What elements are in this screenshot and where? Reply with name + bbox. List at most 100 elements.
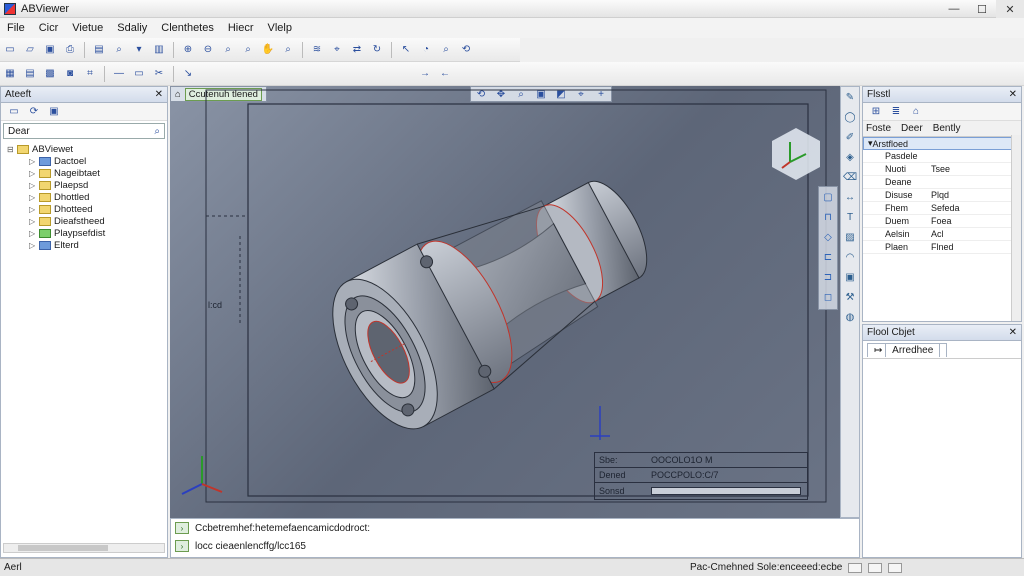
expand-icon[interactable]: ⊟ <box>7 145 17 154</box>
menu-edit[interactable]: Cicr <box>32 22 66 34</box>
hammer-icon[interactable]: ⚒ <box>843 290 857 304</box>
property-row[interactable]: Nuoti Tsee <box>863 163 1021 176</box>
view-iso-icon[interactable]: ◇ <box>821 230 835 244</box>
menu-file[interactable]: File <box>0 22 32 34</box>
search-icon[interactable]: ⌕ <box>154 126 160 137</box>
horizontal-scrollbar[interactable] <box>3 543 165 553</box>
rect-icon[interactable]: ▭ <box>132 67 146 81</box>
zoom-3d-icon[interactable]: ⌕ <box>439 43 453 57</box>
grid-icon[interactable]: ▦ <box>3 67 17 81</box>
property-row[interactable]: Deane <box>863 176 1021 189</box>
selected-object-row[interactable]: ▾ Arstfloed <box>863 137 1021 150</box>
command-input[interactable]: › locc cieaenlencffg/lcc165 <box>171 537 859 555</box>
category-icon[interactable]: ≣ <box>889 105 903 119</box>
drawing-viewport[interactable]: ⌂ Ccutenuh tlened ⟲ ✥ ⌕ ▣ ◩ ⌖ + l:cd ▢ ⊓… <box>170 86 860 518</box>
column-header[interactable]: Bently <box>933 123 961 134</box>
panel-close-icon[interactable]: ✕ <box>155 89 163 100</box>
fill-icon[interactable]: ◈ <box>843 150 857 164</box>
expand-icon[interactable]: ▷ <box>29 193 39 202</box>
copy-icon[interactable]: ▥ <box>152 43 166 57</box>
tree-item[interactable]: ▷ Dieafstheed <box>1 215 167 227</box>
save-icon[interactable]: ▣ <box>43 43 57 57</box>
mirror-icon[interactable]: ⇄ <box>350 43 364 57</box>
menu-view[interactable]: Vietue <box>65 22 110 34</box>
circle-icon[interactable]: ◯ <box>843 110 857 124</box>
expand-icon[interactable]: ▷ <box>29 205 39 214</box>
camera-icon[interactable]: ◙ <box>63 67 77 81</box>
menu-elements[interactable]: Clenthetes <box>154 22 221 34</box>
refresh-icon[interactable]: ⟳ <box>27 105 41 119</box>
tree-item[interactable]: ▷ Plaepsd <box>1 179 167 191</box>
minimize-button[interactable]: — <box>940 0 968 18</box>
grid-toggle[interactable] <box>868 562 883 573</box>
property-row[interactable]: Plaen Flned <box>863 241 1021 254</box>
arrow-right-icon[interactable]: → <box>418 67 432 81</box>
dropdown-icon[interactable]: ▾ <box>132 43 146 57</box>
dimension-icon[interactable]: ↔ <box>843 190 857 204</box>
property-row[interactable]: Disuse Plqd <box>863 189 1021 202</box>
property-row[interactable]: Aelsin Acl <box>863 228 1021 241</box>
tree-item[interactable]: ▷ Elterd <box>1 239 167 251</box>
ortho-toggle[interactable] <box>888 562 903 573</box>
sort-icon[interactable]: ⊞ <box>869 105 883 119</box>
close-button[interactable]: ✕ <box>996 0 1024 18</box>
search-icon[interactable]: ⌕ <box>112 43 126 57</box>
expand-icon[interactable]: ▷ <box>29 169 39 178</box>
tree-item[interactable]: ▷ Dhotteed <box>1 203 167 215</box>
pencil-icon[interactable]: ✎ <box>843 90 857 104</box>
text-icon[interactable]: T <box>843 210 857 224</box>
open-folder-icon[interactable]: ▱ <box>23 43 37 57</box>
view-top-icon[interactable]: ⊓ <box>821 210 835 224</box>
expand-icon[interactable]: ▷ <box>29 181 39 190</box>
property-row[interactable]: Fhem Sefeda <box>863 202 1021 215</box>
tree-item[interactable]: ▷ Dactoel <box>1 155 167 167</box>
arrow-left-icon[interactable]: ← <box>438 67 452 81</box>
menu-window[interactable]: Hiecr <box>221 22 261 34</box>
expand-icon[interactable]: ▷ <box>29 217 39 226</box>
pointer-icon[interactable]: ↘ <box>181 67 195 81</box>
image-icon[interactable]: ▩ <box>43 67 57 81</box>
view-front-icon[interactable]: ▢ <box>821 190 835 204</box>
tree-item[interactable]: ⊟ ABViewet <box>1 143 167 155</box>
property-row[interactable]: Pasdele <box>863 150 1021 163</box>
view-back-icon[interactable]: ◻ <box>821 290 835 304</box>
line-icon[interactable]: — <box>112 67 126 81</box>
tree-item[interactable]: ▷ Nageibtaet <box>1 167 167 179</box>
trim-icon[interactable]: ✂ <box>152 67 166 81</box>
measure-icon[interactable]: ⌖ <box>330 43 344 57</box>
filter-icon[interactable]: ⌂ <box>909 105 923 119</box>
menu-tools[interactable]: Sdaliy <box>110 22 154 34</box>
object-tab[interactable]: ↦ Arredhee <box>867 342 948 357</box>
zoom-extents-icon[interactable]: ⌕ <box>241 43 255 57</box>
folder-up-icon[interactable]: ▣ <box>47 105 61 119</box>
brush-icon[interactable]: ✐ <box>843 130 857 144</box>
zoom-window-icon[interactable]: ⌕ <box>221 43 235 57</box>
column-header[interactable]: Deer <box>901 123 923 134</box>
rotate-3d-icon[interactable]: ⟲ <box>459 43 473 57</box>
zoom-in-icon[interactable]: ⊕ <box>181 43 195 57</box>
hatch-icon[interactable]: ▨ <box>843 230 857 244</box>
expand-icon[interactable]: ▷ <box>29 241 39 250</box>
expand-icon[interactable]: ▷ <box>29 229 39 238</box>
maximize-button[interactable]: ☐ <box>968 0 996 18</box>
new-folder-icon[interactable]: ▭ <box>7 105 21 119</box>
document-icon[interactable]: ▤ <box>23 67 37 81</box>
layout-icon[interactable]: ▤ <box>92 43 106 57</box>
snap-toggle[interactable] <box>848 562 863 573</box>
zoom-out-icon[interactable]: ⊖ <box>201 43 215 57</box>
expand-icon[interactable]: ▷ <box>29 157 39 166</box>
orbit-icon[interactable]: ◔ <box>419 43 433 57</box>
layers-icon[interactable]: ≋ <box>310 43 324 57</box>
tree-item[interactable]: ▷ Dhottled <box>1 191 167 203</box>
rotate-icon[interactable]: ↻ <box>370 43 384 57</box>
pan-icon[interactable]: ✋ <box>261 43 275 57</box>
select-icon[interactable]: ↖ <box>399 43 413 57</box>
tree-item[interactable]: ▷ Playpsefdist <box>1 227 167 239</box>
zoom-prev-icon[interactable]: ⌕ <box>281 43 295 57</box>
view-right-icon[interactable]: ⊐ <box>821 270 835 284</box>
new-file-icon[interactable]: ▭ <box>3 43 17 57</box>
globe-icon[interactable]: ◍ <box>843 310 857 324</box>
panel-close-icon[interactable]: ✕ <box>1009 89 1017 100</box>
column-header[interactable]: Foste <box>866 123 891 134</box>
frame-icon[interactable]: ⌗ <box>83 67 97 81</box>
